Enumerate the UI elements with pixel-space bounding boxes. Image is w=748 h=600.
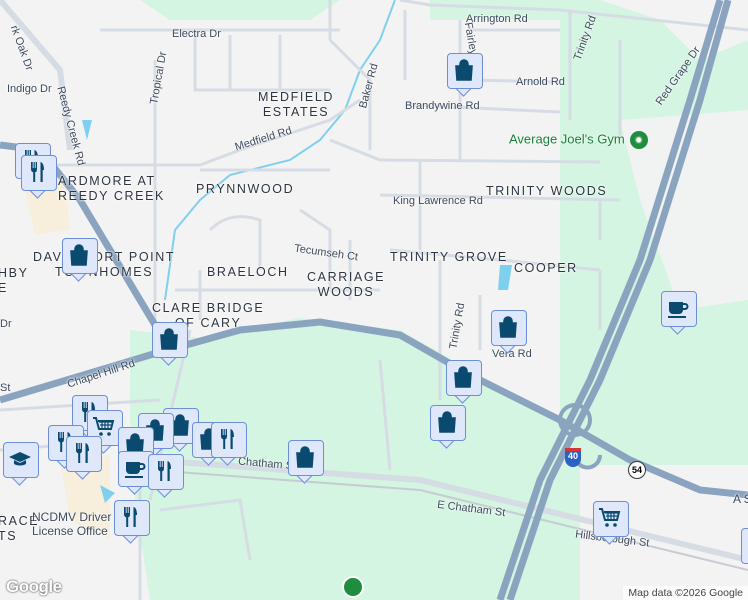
coffee-cup-icon — [123, 456, 147, 480]
street-label: Brandywine Rd — [405, 100, 480, 112]
shopping-bag-icon — [452, 58, 476, 82]
neighborhood-label: MEDFIELD ESTATES — [258, 90, 335, 119]
school-marker[interactable] — [3, 442, 41, 490]
shopping-bag-icon — [157, 327, 181, 351]
interstate-40-shield: 40 — [565, 448, 581, 467]
shopping-marker[interactable] — [62, 238, 100, 286]
restaurant-marker[interactable] — [21, 155, 59, 203]
street-label: Arrington Rd — [466, 13, 528, 25]
cafe-marker[interactable] — [661, 291, 699, 339]
shopping-marker[interactable] — [152, 322, 190, 370]
map-canvas[interactable]: Electra Dr Arrington Rd Trinity Rd Fairl… — [0, 0, 748, 600]
street-label: King Lawrence Rd — [393, 195, 483, 207]
restaurant-marker[interactable] — [741, 528, 748, 576]
neighborhood-label: CARRIAGE WOODS — [307, 270, 386, 299]
neighborhood-label: TRINITY WOODS — [486, 184, 608, 198]
shopping-bag-icon — [435, 410, 459, 434]
restaurant-marker[interactable] — [148, 454, 186, 502]
street-label: Dr — [0, 318, 12, 330]
street-label: Arnold Rd — [516, 76, 565, 88]
fork-knife-icon — [119, 505, 143, 529]
shopping-cart-icon — [598, 506, 622, 530]
street-label: Indigo Dr — [7, 83, 52, 95]
shopping-bag-icon — [496, 315, 520, 339]
neighborhood-label: COOPER — [514, 261, 578, 275]
poi-gym[interactable]: Average Joel's Gym ● — [509, 131, 648, 149]
fork-knife-icon — [216, 427, 240, 451]
graduation-cap-icon — [8, 447, 32, 471]
shopping-marker[interactable] — [447, 53, 485, 101]
poi-gym-label: Average Joel's Gym — [509, 131, 625, 147]
neighborhood-label: ARDMORE AT REEDY CREEK — [58, 174, 165, 203]
shopping-bag-icon — [67, 243, 91, 267]
park-icon[interactable] — [342, 576, 364, 598]
fork-knife-icon — [71, 441, 95, 465]
map-attribution[interactable]: Map data ©2026 Google — [623, 586, 748, 600]
fork-knife-icon — [26, 160, 50, 184]
coffee-cup-icon — [666, 296, 690, 320]
neighborhood-label: DAVENPORT POINT TOWNHOMES — [33, 250, 176, 279]
shopping-marker[interactable] — [446, 360, 484, 408]
restaurant-marker[interactable] — [114, 500, 152, 548]
neighborhood-label: HBY E — [0, 266, 29, 295]
shopping-bag-icon — [293, 445, 317, 469]
shopping-marker[interactable] — [288, 440, 326, 488]
neighborhood-label: BRAELOCH — [207, 265, 289, 279]
poi-dmv-label[interactable]: NCDMV Driver License Office — [32, 510, 111, 538]
fork-knife-icon — [153, 459, 177, 483]
shopping-marker[interactable] — [430, 405, 468, 453]
restaurant-marker[interactable] — [211, 422, 249, 470]
google-logo[interactable]: Google — [6, 577, 62, 597]
neighborhood-label: PRYNNWOOD — [196, 182, 295, 196]
shopping-marker[interactable] — [491, 310, 529, 358]
shopping-bag-icon — [451, 365, 475, 389]
state-54-shield: 54 — [628, 461, 646, 479]
grocery-marker[interactable] — [593, 501, 631, 549]
gym-icon: ● — [629, 131, 648, 149]
neighborhood-label: TRINITY GROVE — [390, 250, 508, 264]
street-label: St — [0, 382, 11, 394]
restaurant-marker[interactable] — [66, 436, 104, 484]
street-label: Electra Dr — [172, 28, 221, 40]
street-label: A S — [733, 492, 748, 506]
